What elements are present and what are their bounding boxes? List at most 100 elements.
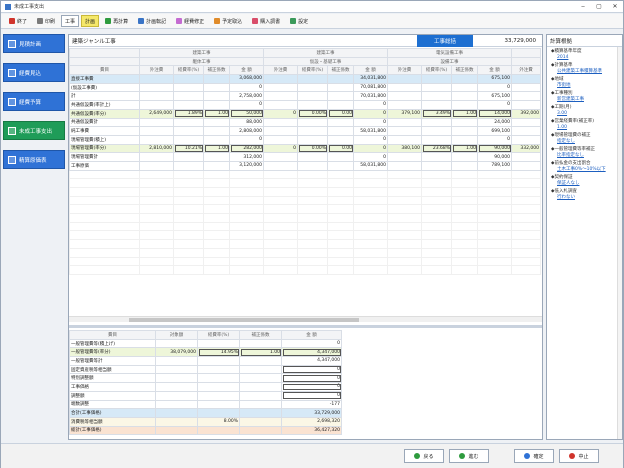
summary-row[interactable]: 特別調整額 0 [69, 373, 342, 384]
main-panel: 建築ジャンル工事 工事総括 33,729,000 建築工事 建築工事 電気設備工事躯… [68, 34, 543, 440]
table-cell[interactable]: 1.00 [203, 143, 230, 154]
toolbar-label: 計画 [85, 18, 96, 25]
empty-cell [203, 178, 230, 188]
toolbar-button-6[interactable]: 経費修正 [172, 15, 208, 27]
table-row[interactable]: 現場管理費(積上) 0 0 0 [69, 134, 541, 145]
table-cell[interactable]: 4,347,000 [281, 347, 342, 358]
table-row[interactable]: 現場管理費(率分) 2,810,000 10.21% 1.00 282,000 0 0.00… [69, 143, 541, 154]
table-cell[interactable]: 1.00 [203, 108, 230, 119]
toolbar-button-0[interactable]: 終了 [5, 15, 31, 27]
table-cell[interactable]: 1.00 [451, 108, 478, 119]
summary-row[interactable]: 一般管理費等(積上げ) 0 [69, 338, 342, 349]
table-cell[interactable]: 10.21% [173, 143, 204, 154]
summary-row[interactable]: 消費税等相当額 8.00% 2,698,320 [69, 416, 342, 427]
sidebar-item-2[interactable]: 経費予算 [3, 92, 65, 111]
toolbar-button-5[interactable]: 計画転記 [134, 15, 170, 27]
table-cell[interactable]: 0 [263, 108, 298, 119]
maximize-icon[interactable]: ▢ [595, 3, 603, 10]
sidebar-item-0[interactable]: 見積計画 [3, 34, 65, 53]
sidebar-item-1[interactable]: 経費見込 [3, 63, 65, 82]
table-cell [387, 152, 422, 162]
horizontal-scrollbar[interactable] [69, 316, 542, 322]
table-cell[interactable]: 392,000 [511, 108, 541, 119]
toolbar-button-1[interactable]: 印刷 [33, 15, 59, 27]
table-row[interactable]: 現場管理費計 312,000 0 90,000 [69, 152, 541, 162]
table-cell[interactable]: 50,000 [229, 108, 264, 119]
table-cell[interactable]: 2,649,000 [139, 108, 174, 119]
summary-row[interactable]: 工事価格 0 [69, 382, 342, 392]
sidebar-item-4[interactable]: 精算原価表 [3, 150, 65, 169]
table-row[interactable]: 工事原価 3,120,000 58,031,800 789,100 [69, 160, 541, 171]
table-cell[interactable]: 0 [281, 390, 342, 401]
table-cell: 789,100 [477, 160, 512, 171]
table-cell[interactable]: 2,810,000 [139, 143, 174, 154]
table-cell[interactable]: 14,000 [477, 108, 512, 119]
basis-link[interactable]: 行わない [551, 195, 619, 201]
table-cell [387, 82, 422, 93]
toolbar-button-9[interactable]: 設定 [286, 15, 312, 27]
table-row[interactable]: 共通仮設費(率分) 2,649,000 1.89% 1.00 50,000 0 0.00% 0… [69, 108, 541, 119]
table-cell[interactable]: 3.49% [421, 108, 452, 119]
summary-row[interactable]: 調整額 0 [69, 390, 342, 401]
table-cell [239, 373, 282, 384]
empty-cell [353, 195, 388, 206]
table-cell [421, 117, 452, 128]
table-cell[interactable]: 23.68% [421, 143, 452, 154]
table-cell[interactable]: 379,100 [387, 108, 422, 119]
toolbar-button-2[interactable]: 工事 [61, 15, 80, 27]
table-cell[interactable]: 90,000 [477, 143, 512, 154]
table-row[interactable]: 共通仮設費計 88,000 0 24,000 [69, 117, 541, 128]
table-cell[interactable]: 0.00 [327, 108, 354, 119]
summary-row[interactable]: 一般管理費等(率分) 38,079,000 14.95% 1.00 4,347,000 [69, 347, 342, 358]
scroll-thumb[interactable] [129, 318, 359, 322]
application-window: 未成工事支出 ‒ ▢ ✕ 終了 印刷 工事 計画 再計算 計画転記 経費修正 予定取込 購入調書… [0, 0, 624, 468]
table-row[interactable]: 純工事費 2,808,000 58,031,800 699,100 [69, 126, 541, 136]
table-cell[interactable]: 0 [281, 373, 342, 384]
toolbar-button-8[interactable]: 購入調書 [248, 15, 284, 27]
table-row[interactable]: 共通仮設費(率計上) 0 0 0 [69, 100, 541, 110]
tab-summary[interactable]: 工事総括 [417, 35, 473, 47]
table-cell[interactable]: 14.95% [197, 347, 240, 358]
sidebar-item-3[interactable]: 未成工事支出 [3, 121, 65, 140]
table-cell [173, 126, 204, 136]
vertical-scrollbar[interactable] [617, 47, 622, 439]
ok-button[interactable]: 確定 [514, 449, 554, 463]
table-cell[interactable]: 1.00 [239, 347, 282, 358]
table-cell[interactable]: 0 [353, 143, 388, 154]
table-cell[interactable]: 0.00% [297, 108, 328, 119]
toolbar-button-4[interactable]: 再計算 [101, 15, 132, 27]
summary-row[interactable]: 合計(工事価格) 33,729,000 [69, 408, 342, 418]
close-icon[interactable]: ✕ [611, 3, 619, 10]
table-cell[interactable]: 332,000 [511, 143, 541, 154]
summary-row[interactable]: 一般管理費等計 4,347,000 [69, 356, 342, 366]
blank-header [69, 56, 140, 67]
table-cell[interactable]: 0 [263, 143, 298, 154]
close-icon [9, 18, 15, 24]
next-button[interactable]: 進む [449, 449, 489, 463]
table-cell[interactable]: 1.89% [173, 108, 204, 119]
table-row[interactable]: (仮設工事費) 0 70,081,800 0 [69, 82, 541, 93]
table-cell[interactable]: 0 [281, 364, 342, 375]
table-cell[interactable]: 282,000 [229, 143, 264, 154]
toolbar-button-3[interactable]: 計画 [81, 15, 100, 27]
summary-row[interactable]: 端数調整 -177 [69, 399, 342, 410]
table-cell[interactable]: 380,100 [387, 143, 422, 154]
minimize-icon[interactable]: ‒ [579, 3, 587, 10]
toolbar-button-7[interactable]: 予定取込 [210, 15, 246, 27]
splitter[interactable] [69, 325, 542, 328]
prev-button[interactable]: 戻る [404, 449, 444, 463]
table-cell[interactable]: 1.00 [451, 143, 478, 154]
cancel-button[interactable]: 中止 [559, 449, 599, 463]
empty-cell [477, 256, 512, 267]
summary-row[interactable]: 固定資産税等相当額 0 [69, 364, 342, 375]
table-row[interactable]: 計 2,758,000 70,031,800 675,100 [69, 91, 541, 102]
empty-cell [511, 247, 541, 258]
empty-cell [421, 169, 452, 180]
table-cell[interactable]: 0.00 [327, 143, 354, 154]
table-row[interactable]: 直接工事費 3,068,000 34,031,800 675,100 [69, 74, 541, 84]
table-cell[interactable]: 0 [353, 108, 388, 119]
sidebar-item-label: 未成工事支出 [19, 128, 53, 135]
summary-row[interactable]: 総計(工事価格) 36,427,320 [69, 425, 342, 436]
table-cell[interactable]: 0 [281, 382, 342, 392]
table-cell[interactable]: 0.00% [297, 143, 328, 154]
